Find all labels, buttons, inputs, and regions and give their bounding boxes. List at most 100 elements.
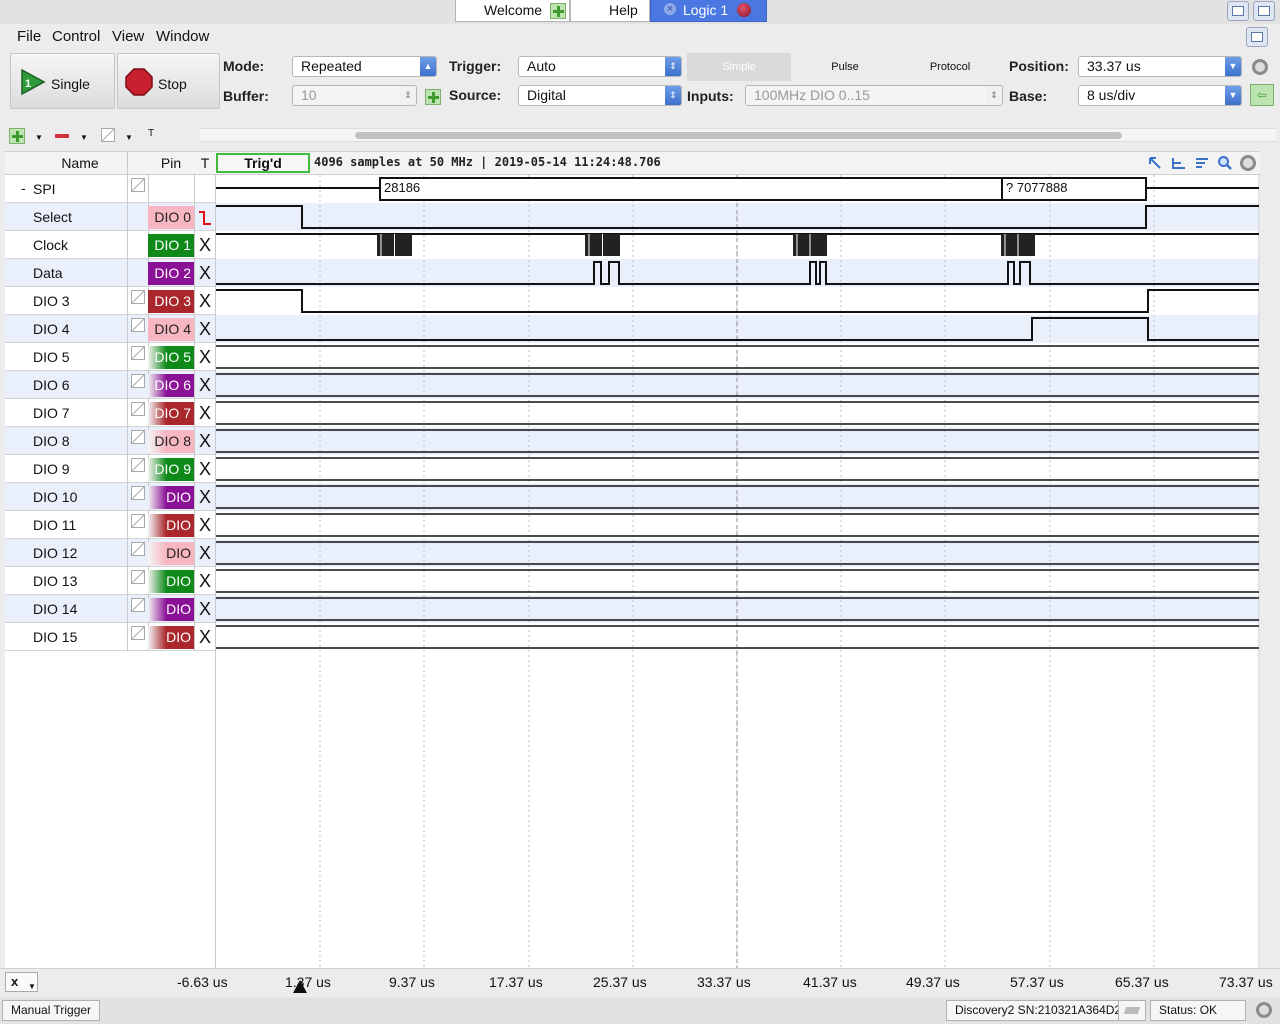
edit-channel-icon[interactable] <box>131 374 145 388</box>
trigger-mode-pulse[interactable]: Pulse <box>795 53 895 81</box>
no-trigger-icon[interactable]: X <box>198 374 212 396</box>
window-tile-icon[interactable] <box>1253 1 1275 21</box>
cursor-icon[interactable] <box>1147 155 1163 171</box>
no-trigger-icon[interactable]: X <box>198 290 212 312</box>
axis-tick-label: 33.37 us <box>697 974 751 990</box>
channel-name: DIO 9 <box>33 461 70 477</box>
edit-channel-icon[interactable] <box>131 430 145 444</box>
no-trigger-icon[interactable]: X <box>198 598 212 620</box>
tab-welcome[interactable]: Welcome <box>455 0 570 22</box>
horizontal-scrollbar[interactable] <box>200 128 1276 142</box>
settings-gear-icon[interactable] <box>1252 59 1268 75</box>
edit-channel-icon[interactable] <box>131 402 145 416</box>
bus-collapse-toggle[interactable]: - <box>21 180 26 196</box>
no-trigger-icon[interactable]: X <box>198 346 212 368</box>
channel-name: DIO 7 <box>33 405 70 421</box>
close-tab-icon[interactable]: × <box>664 3 676 15</box>
no-trigger-icon[interactable]: X <box>198 318 212 340</box>
single-button[interactable]: 1 Single <box>10 53 115 109</box>
t-column-toggle[interactable]: T <box>148 128 154 139</box>
base-select[interactable]: 8 us/div ▼ <box>1078 85 1242 106</box>
source-select[interactable]: Digital ⇕ <box>518 85 682 106</box>
align-left-icon[interactable] <box>1171 155 1187 171</box>
column-header-name[interactable]: Name <box>33 152 127 174</box>
edit-channel-icon[interactable] <box>131 290 145 304</box>
edit-channel-icon[interactable] <box>101 128 115 142</box>
axis-x-label: x <box>11 974 19 989</box>
no-trigger-icon[interactable]: X <box>198 570 212 592</box>
trigger-position-marker-icon[interactable] <box>293 980 307 993</box>
no-trigger-icon[interactable]: X <box>198 542 212 564</box>
collapse-panel-button[interactable]: ⇦ <box>1250 84 1274 106</box>
manual-trigger-button[interactable]: Manual Trigger <box>2 1000 101 1021</box>
trigger-mode-simple[interactable]: Simple <box>687 53 791 81</box>
position-dropdown-icon: ▼ <box>1225 57 1241 76</box>
device-icon[interactable] <box>1118 1000 1146 1021</box>
buffer-input[interactable]: 10 ⇕ <box>292 85 417 106</box>
row-divider <box>194 287 195 315</box>
no-trigger-icon[interactable]: X <box>198 430 212 452</box>
axis-x-button[interactable]: x ▼ <box>5 972 38 992</box>
inputs-select[interactable]: 100MHz DIO 0..15 ⇕ <box>745 85 1003 106</box>
spi-bus-value-2: ? 7077888 <box>1006 180 1068 195</box>
trigger-mode-protocol[interactable]: Protocol <box>900 53 1000 81</box>
document-tab-bar: Welcome Help × Logic 1 <box>0 0 1280 24</box>
stop-button[interactable]: Stop <box>117 53 220 109</box>
edit-channel-icon[interactable] <box>131 458 145 472</box>
position-input[interactable]: 33.37 us ▼ <box>1078 56 1242 77</box>
menu-window[interactable]: Window <box>156 28 209 45</box>
no-trigger-icon[interactable]: X <box>198 486 212 508</box>
pin-badge: DIO 3 <box>148 290 194 313</box>
falling-edge-trigger-icon[interactable] <box>198 206 212 233</box>
menu-view[interactable]: View <box>112 28 144 45</box>
waveform-plot[interactable]: 28186 ? 7077888 <box>216 175 1260 968</box>
edit-channel-icon[interactable] <box>131 626 145 640</box>
menu-control[interactable]: Control <box>52 28 100 45</box>
edit-channel-icon[interactable] <box>131 486 145 500</box>
status-settings-gear-icon[interactable] <box>1256 1002 1272 1018</box>
column-header-pin[interactable]: Pin <box>148 152 194 174</box>
edit-channel-icon[interactable] <box>131 598 145 612</box>
waveform-canvas <box>216 175 1260 968</box>
no-trigger-icon[interactable]: X <box>198 626 212 648</box>
scrollbar-thumb[interactable] <box>355 132 1122 139</box>
remove-channel-dropdown-icon[interactable]: ▼ <box>80 133 88 142</box>
device-info[interactable]: Discovery2 SN:210321A364D2 <box>946 1000 1131 1021</box>
pin-badge: DIO 11 <box>148 514 194 556</box>
no-trigger-icon[interactable]: X <box>198 262 212 284</box>
no-trigger-icon[interactable]: X <box>198 402 212 424</box>
add-tab-plus-icon[interactable] <box>550 3 566 19</box>
view-settings-gear-icon[interactable] <box>1240 155 1256 171</box>
svg-text:1: 1 <box>25 78 31 90</box>
column-header-t[interactable]: T <box>198 152 212 174</box>
no-trigger-icon[interactable]: X <box>198 458 212 480</box>
menu-file[interactable]: File <box>17 28 41 45</box>
edit-channel-dropdown-icon[interactable]: ▼ <box>125 133 133 142</box>
window-cascade-icon[interactable] <box>1227 1 1249 21</box>
edit-channel-icon[interactable] <box>131 542 145 556</box>
channel-name: DIO 13 <box>33 573 78 589</box>
trigger-select[interactable]: Auto ⇕ <box>518 56 682 77</box>
mode-select[interactable]: Repeated ▲ <box>292 56 437 77</box>
edit-bus-icon[interactable] <box>131 178 145 192</box>
tab-logic[interactable]: × Logic 1 <box>650 0 767 22</box>
add-channel-icon[interactable] <box>9 128 25 144</box>
remove-channel-icon[interactable] <box>55 134 69 138</box>
edit-channel-icon[interactable] <box>131 570 145 584</box>
trigger-value: Auto <box>527 58 556 74</box>
add-channel-dropdown-icon[interactable]: ▼ <box>35 133 43 142</box>
tab-help[interactable]: Help <box>570 0 650 22</box>
align-lines-icon[interactable] <box>1194 155 1210 171</box>
buffer-stepper-icon[interactable]: ⇕ <box>400 86 416 105</box>
edit-channel-icon[interactable] <box>131 514 145 528</box>
no-trigger-icon[interactable]: X <box>198 234 212 256</box>
grid-header: Name Pin T Trig'd 4096 samples at 50 MHz… <box>5 151 1260 175</box>
trigger-mode-simple-label: Simple <box>722 61 756 73</box>
dock-window-icon[interactable] <box>1246 27 1268 47</box>
edit-channel-icon[interactable] <box>131 346 145 360</box>
zoom-icon[interactable] <box>1217 155 1233 171</box>
edit-channel-icon[interactable] <box>131 318 145 332</box>
add-buffer-icon[interactable] <box>425 89 441 105</box>
pin-badge: DIO 6 <box>148 374 194 397</box>
no-trigger-icon[interactable]: X <box>198 514 212 536</box>
